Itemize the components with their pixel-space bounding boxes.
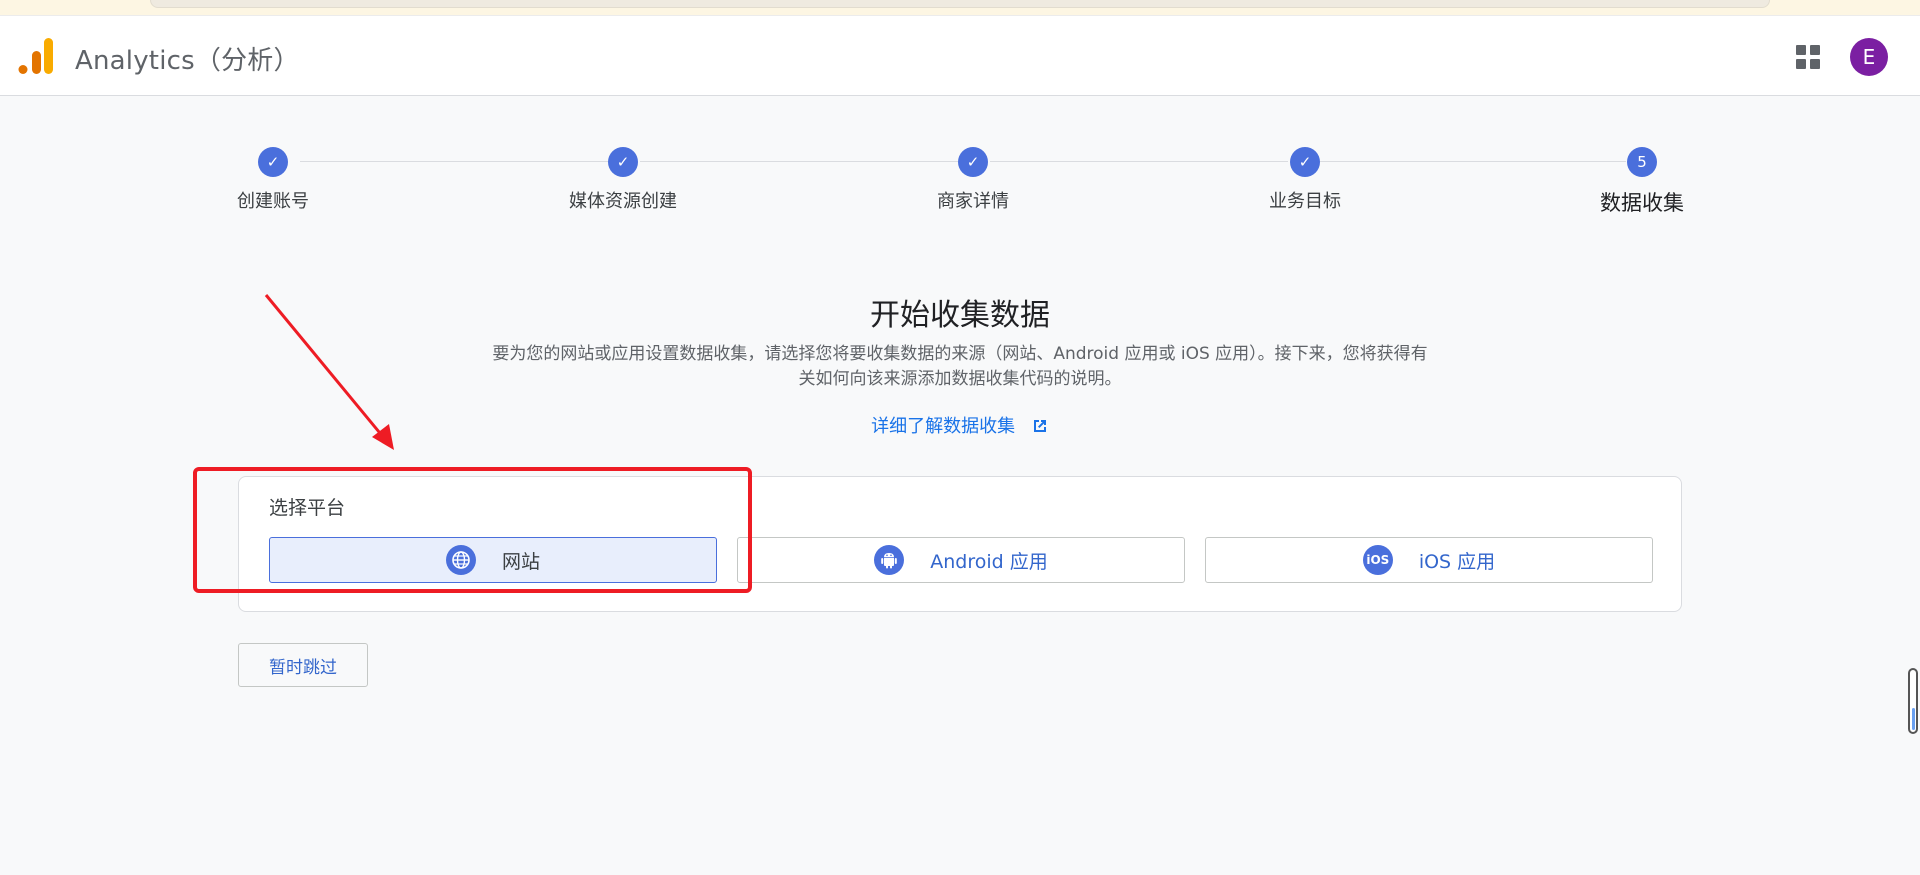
check-icon: ✓: [958, 147, 988, 177]
step-label: 媒体资源创建: [569, 191, 677, 212]
step-label: 数据收集: [1600, 191, 1684, 215]
description-line: 关如何向该来源添加数据收集代码的说明。: [798, 369, 1122, 389]
check-icon: ✓: [258, 147, 288, 177]
learn-more-text[interactable]: 详细了解数据收集: [871, 416, 1015, 437]
learn-more-link[interactable]: 详细了解数据收集: [0, 412, 1920, 438]
check-icon: ✓: [1290, 147, 1320, 177]
external-link-icon: [1033, 420, 1046, 432]
apps-grid-icon[interactable]: [1796, 45, 1820, 69]
browser-top-strip: [0, 0, 1920, 16]
app-title: Analytics（分析）: [75, 46, 300, 76]
platform-ios-button[interactable]: iOS iOS 应用: [1205, 537, 1653, 583]
description-line: 要为您的网站或应用设置数据收集，请选择您将要收集数据的来源（网站、Android…: [492, 344, 1428, 364]
page-description: 要为您的网站或应用设置数据收集，请选择您将要收集数据的来源（网站、Android…: [460, 342, 1460, 392]
avatar[interactable]: E: [1850, 38, 1888, 76]
step-create-account: ✓ 创建账号: [193, 145, 353, 213]
step-data-collection: 5 数据收集: [1562, 145, 1722, 217]
browser-address-bar[interactable]: [150, 0, 1770, 8]
platform-android-label: Android 应用: [930, 550, 1048, 573]
analytics-logo-icon[interactable]: [18, 36, 54, 76]
platform-ios-label: iOS 应用: [1418, 550, 1496, 573]
annotation-highlight-box: [193, 467, 752, 593]
scrollbar[interactable]: [1908, 668, 1918, 734]
platform-android-button[interactable]: Android 应用: [737, 537, 1185, 583]
step-label: 业务目标: [1269, 191, 1341, 212]
step-property-creation: ✓ 媒体资源创建: [543, 145, 703, 213]
step-number: 5: [1627, 147, 1657, 177]
page-title: 开始收集数据: [870, 298, 1050, 333]
skip-button[interactable]: 暂时跳过: [238, 643, 368, 687]
setup-stepper: ✓ 创建账号 ✓ 媒体资源创建 ✓ 商家详情 ✓ 业务目标 5 数据收集: [0, 145, 1920, 235]
ios-icon: iOS: [1362, 545, 1393, 575]
step-label: 商家详情: [937, 191, 1009, 212]
step-business-objectives: ✓ 业务目标: [1225, 145, 1385, 213]
check-icon: ✓: [608, 147, 638, 177]
step-business-details: ✓ 商家详情: [893, 145, 1053, 213]
step-label: 创建账号: [237, 191, 309, 212]
app-header: Analytics（分析） E: [0, 16, 1920, 96]
scrollbar-thumb[interactable]: [1912, 708, 1915, 730]
android-icon: [874, 545, 905, 575]
